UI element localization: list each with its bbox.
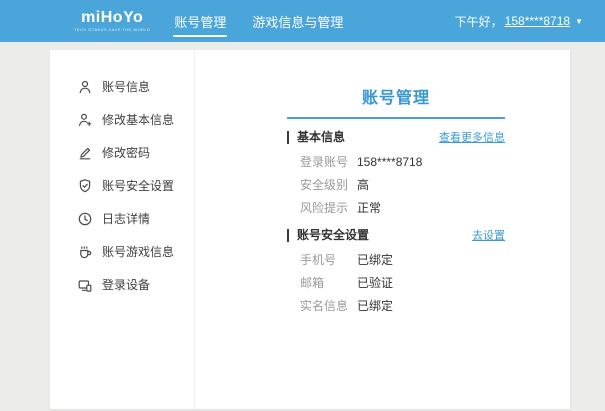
chevron-down-icon[interactable]: ▼ [575,17,583,26]
nav-account-management[interactable]: 账号管理 [168,0,232,42]
sidebar-item-edit-basic-info[interactable]: 修改基本信息 [50,103,194,136]
sidebar-item-label: 账号信息 [102,78,150,95]
nav-label: 账号管理 [174,12,226,31]
sidebar-item-label: 账号游戏信息 [102,243,174,260]
cup-game-icon [76,243,93,260]
logo-text: miHoYo [81,10,143,26]
basic-info-rows: 登录账号 158****8718 安全级别 高 风险提示 正常 [287,150,505,219]
row-value: 正常 [357,199,381,216]
devices-icon [76,276,93,293]
sidebar-item-label: 修改基本信息 [102,111,174,128]
security-settings-section-header: 账号安全设置 去设置 [287,227,505,243]
row-email: 邮箱 已验证 [300,271,505,294]
nav-label: 游戏信息与管理 [252,12,343,31]
view-more-info-link[interactable]: 查看更多信息 [439,129,505,145]
row-security-level: 安全级别 高 [300,173,505,196]
pencil-icon [76,144,93,161]
shield-check-icon [76,177,93,194]
main-panel: 账号管理 基本信息 查看更多信息 登录账号 158****8718 安全级别 高… [195,50,570,409]
security-settings-rows: 手机号 已绑定 邮箱 已验证 实名信息 已绑定 [287,248,505,317]
user-icon [76,78,93,95]
sidebar: 账号信息 修改基本信息 修改密码 账号安全设置 日志详情 [50,50,195,409]
row-value: 已验证 [357,274,393,291]
mihoyo-logo[interactable]: miHoYo TECH OTAKUS SAVE THE WORLD [74,10,150,32]
row-label: 安全级别 [300,176,357,193]
sidebar-item-login-devices[interactable]: 登录设备 [50,268,194,301]
sidebar-item-security-settings[interactable]: 账号安全设置 [50,169,194,202]
row-phone-number: 手机号 已绑定 [300,248,505,271]
sidebar-item-log-details[interactable]: 日志详情 [50,202,194,235]
section-title: 基本信息 [287,131,345,144]
user-edit-icon [76,111,93,128]
main-content: 账号管理 基本信息 查看更多信息 登录账号 158****8718 安全级别 高… [287,84,505,317]
basic-info-section-header: 基本信息 查看更多信息 [287,129,505,145]
row-real-name-info: 实名信息 已绑定 [300,294,505,317]
sidebar-item-game-info[interactable]: 账号游戏信息 [50,235,194,268]
logo-tagline: TECH OTAKUS SAVE THE WORLD [74,28,150,32]
clock-icon [76,210,93,227]
sidebar-item-label: 修改密码 [102,144,150,161]
title-divider [287,117,505,119]
sidebar-item-change-password[interactable]: 修改密码 [50,136,194,169]
row-value: 已绑定 [357,297,393,314]
row-label: 风险提示 [300,199,357,216]
nav-game-info[interactable]: 游戏信息与管理 [246,0,349,42]
header-nav: 账号管理 游戏信息与管理 [168,0,363,42]
row-value: 高 [357,176,369,193]
greeting-text: 下午好， [455,13,503,30]
sidebar-item-label: 日志详情 [102,210,150,227]
sidebar-item-account-info[interactable]: 账号信息 [50,70,194,103]
sidebar-item-label: 账号安全设置 [102,177,174,194]
row-risk-alert: 风险提示 正常 [300,196,505,219]
page-title: 账号管理 [287,84,505,108]
section-title: 账号安全设置 [287,229,369,242]
row-login-account: 登录账号 158****8718 [300,150,505,173]
top-header: miHoYo TECH OTAKUS SAVE THE WORLD 账号管理 游… [0,0,605,42]
row-label: 邮箱 [300,274,357,291]
account-card: 账号信息 修改基本信息 修改密码 账号安全设置 日志详情 [50,50,570,409]
row-label: 实名信息 [300,297,357,314]
header-user-area: 下午好， 158****8718 ▼ [455,13,583,30]
row-label: 手机号 [300,251,357,268]
row-value: 已绑定 [357,251,393,268]
row-label: 登录账号 [300,153,357,170]
row-value: 158****8718 [357,155,422,169]
account-number-link[interactable]: 158****8718 [505,14,570,28]
go-to-settings-link[interactable]: 去设置 [472,227,505,243]
sidebar-item-label: 登录设备 [102,276,150,293]
